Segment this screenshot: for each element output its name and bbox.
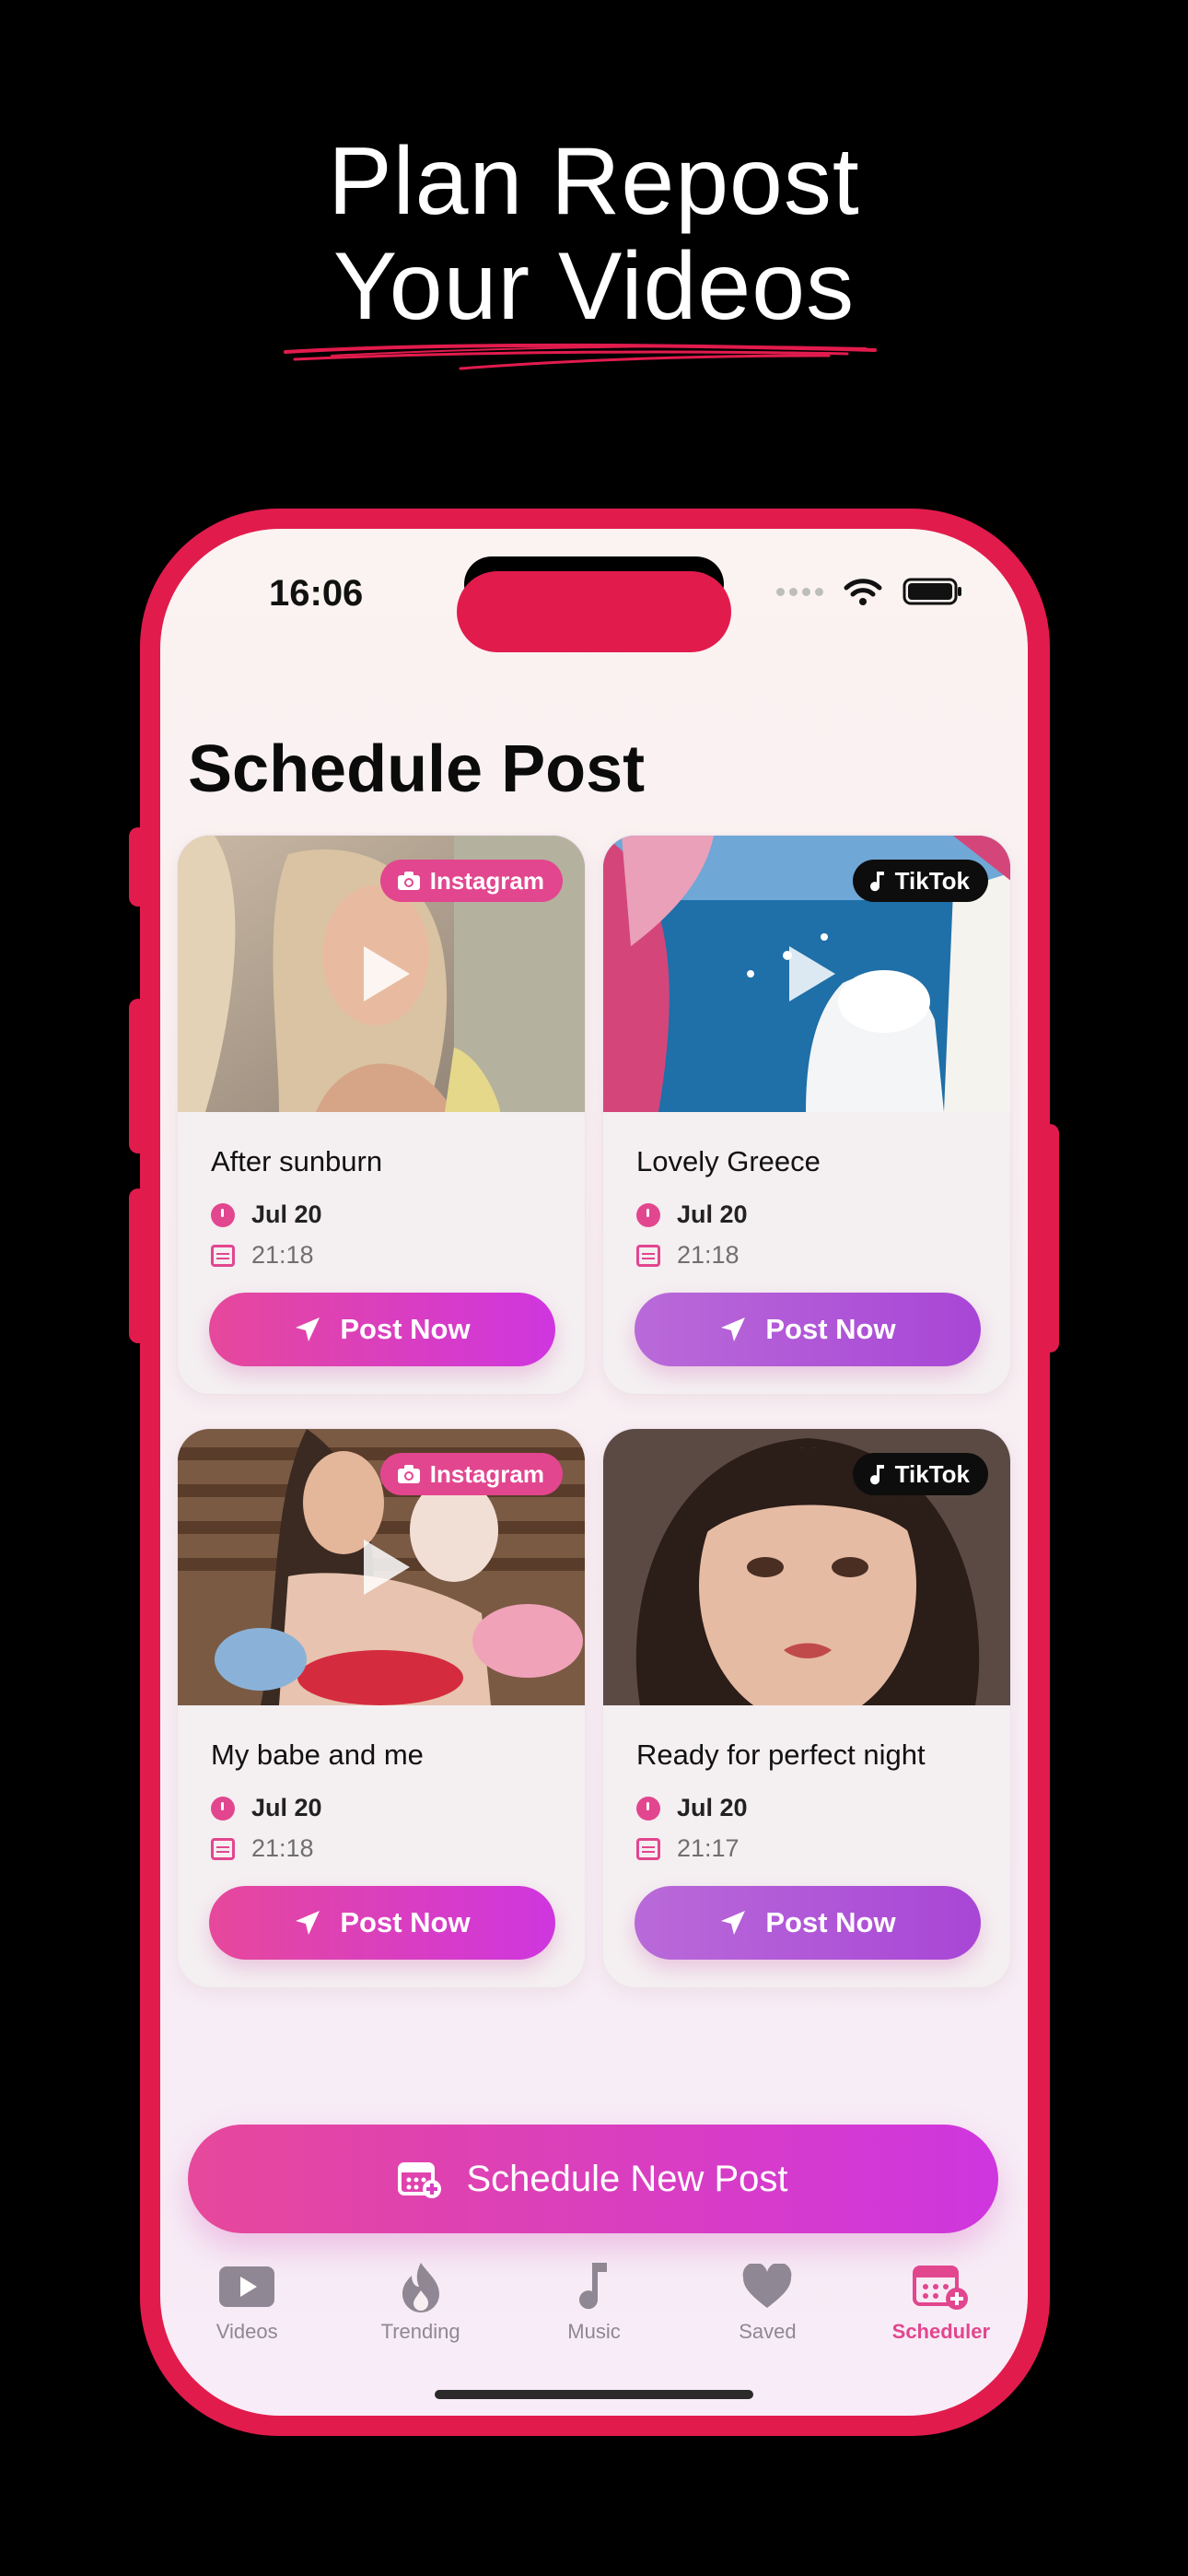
- tab-label: Music: [567, 2320, 621, 2343]
- tab-videos[interactable]: Videos: [160, 2261, 333, 2362]
- tab-label: Videos: [215, 2320, 278, 2343]
- platform-badge-tiktok: TikTok: [852, 860, 988, 902]
- post-now-label: Post Now: [340, 1313, 471, 1345]
- tab-trending[interactable]: Trending: [333, 2261, 507, 2362]
- post-time: 21:18: [636, 1241, 740, 1270]
- phone-screen: 16:06 Schedule Post Instagram After sunb…: [160, 529, 1028, 2416]
- headline-line-2: Your Videos: [332, 233, 856, 340]
- post-card[interactable]: TikTok Ready for perfect night Jul 20 21…: [602, 1428, 1011, 1988]
- platform-label: Instagram: [429, 866, 544, 895]
- play-icon[interactable]: [789, 946, 835, 1001]
- side-button-volume-down: [129, 1188, 147, 1343]
- camera-icon: [397, 872, 420, 890]
- tab-bar: Videos Trending Music Saved Scheduler: [160, 2261, 1028, 2362]
- music-note-icon: [579, 2263, 608, 2310]
- time-value: 21:18: [677, 1241, 740, 1269]
- post-time: 21:18: [211, 1241, 314, 1270]
- send-icon: [721, 1911, 746, 1935]
- tab-label: Saved: [739, 2320, 797, 2343]
- status-indicators: [776, 577, 963, 606]
- schedule-new-post-button[interactable]: Schedule New Post: [188, 2125, 998, 2233]
- time-value: 21:18: [251, 1834, 314, 1862]
- flame-icon: [402, 2263, 439, 2313]
- clock-icon: [211, 1796, 235, 1821]
- home-indicator[interactable]: [435, 2390, 753, 2399]
- post-time: 21:18: [211, 1834, 314, 1863]
- music-note-icon: [869, 1465, 884, 1485]
- side-button-volume-up: [129, 999, 147, 1153]
- tab-scheduler[interactable]: Scheduler: [855, 2261, 1028, 2362]
- date-value: Jul 20: [677, 1200, 748, 1228]
- date-value: Jul 20: [251, 1794, 322, 1821]
- scribble-underline: [284, 343, 877, 370]
- platform-label: TikTok: [894, 1459, 970, 1488]
- post-date: Jul 20: [211, 1200, 322, 1229]
- side-button-action: [129, 827, 147, 907]
- post-date: Jul 20: [636, 1200, 748, 1229]
- calendar-icon: [636, 1244, 660, 1267]
- post-now-button[interactable]: Post Now: [209, 1293, 555, 1366]
- post-now-label: Post Now: [765, 1313, 896, 1345]
- post-now-label: Post Now: [765, 1906, 896, 1938]
- post-title: After sunburn: [211, 1145, 383, 1177]
- send-icon: [721, 1317, 746, 1341]
- post-title: Ready for perfect night: [636, 1739, 926, 1771]
- tab-saved[interactable]: Saved: [681, 2261, 854, 2362]
- calendar-plus-icon: [912, 2266, 968, 2310]
- date-value: Jul 20: [677, 1794, 748, 1821]
- heart-icon: [743, 2264, 792, 2308]
- video-thumbnail[interactable]: TikTok: [603, 836, 1010, 1112]
- headline: Plan Repost Your Videos: [0, 129, 1188, 339]
- tab-music[interactable]: Music: [507, 2261, 681, 2362]
- video-thumbnail[interactable]: TikTok: [603, 1429, 1010, 1705]
- platform-label: Instagram: [429, 1459, 544, 1488]
- play-icon[interactable]: [364, 946, 410, 1001]
- platform-badge-tiktok: TikTok: [852, 1453, 988, 1495]
- battery-icon: [903, 578, 961, 605]
- post-title: My babe and me: [211, 1739, 424, 1771]
- platform-badge-instagram: Instagram: [379, 1453, 563, 1495]
- post-card[interactable]: TikTok Lovely Greece Jul 20 21:18 Post N…: [602, 835, 1011, 1395]
- calendar-icon: [211, 1244, 235, 1267]
- clock-icon: [211, 1202, 235, 1227]
- dynamic-island-overlay: [457, 571, 731, 652]
- platform-label: TikTok: [894, 866, 970, 895]
- post-now-button[interactable]: Post Now: [209, 1886, 555, 1960]
- side-button-power: [1041, 1124, 1059, 1352]
- time-value: 21:18: [251, 1241, 314, 1269]
- post-time: 21:17: [636, 1834, 740, 1863]
- clock-icon: [636, 1202, 660, 1227]
- calendar-icon: [211, 1837, 235, 1860]
- video-thumbnail[interactable]: Instagram: [178, 836, 585, 1112]
- calendar-plus-icon: [398, 2162, 442, 2198]
- tab-label: Scheduler: [891, 2320, 991, 2343]
- page-title: Schedule Post: [188, 732, 646, 806]
- post-date: Jul 20: [636, 1794, 748, 1822]
- signal-icon: [776, 587, 823, 596]
- time-value: 21:17: [677, 1834, 740, 1862]
- wifi-icon: [844, 579, 882, 605]
- play-icon: [219, 2266, 275, 2307]
- platform-badge-instagram: Instagram: [379, 860, 563, 902]
- post-title: Lovely Greece: [636, 1145, 821, 1177]
- schedule-new-post-label: Schedule New Post: [466, 2158, 788, 2199]
- post-now-button[interactable]: Post Now: [635, 1886, 981, 1960]
- status-time: 16:06: [269, 573, 364, 614]
- music-note-icon: [869, 872, 884, 892]
- date-value: Jul 20: [251, 1200, 322, 1228]
- send-icon: [296, 1911, 320, 1935]
- play-icon[interactable]: [364, 1540, 410, 1595]
- post-now-label: Post Now: [340, 1906, 471, 1938]
- video-thumbnail[interactable]: Instagram: [178, 1429, 585, 1705]
- post-card[interactable]: Instagram My babe and me Jul 20 21:18 Po…: [177, 1428, 586, 1988]
- tab-label: Trending: [380, 2320, 460, 2343]
- camera-icon: [397, 1465, 420, 1483]
- headline-line-1: Plan Repost: [328, 128, 860, 235]
- clock-icon: [636, 1796, 660, 1821]
- post-now-button[interactable]: Post Now: [635, 1293, 981, 1366]
- post-date: Jul 20: [211, 1794, 322, 1822]
- send-icon: [296, 1317, 320, 1341]
- post-card[interactable]: Instagram After sunburn Jul 20 21:18 Pos…: [177, 835, 586, 1395]
- calendar-icon: [636, 1837, 660, 1860]
